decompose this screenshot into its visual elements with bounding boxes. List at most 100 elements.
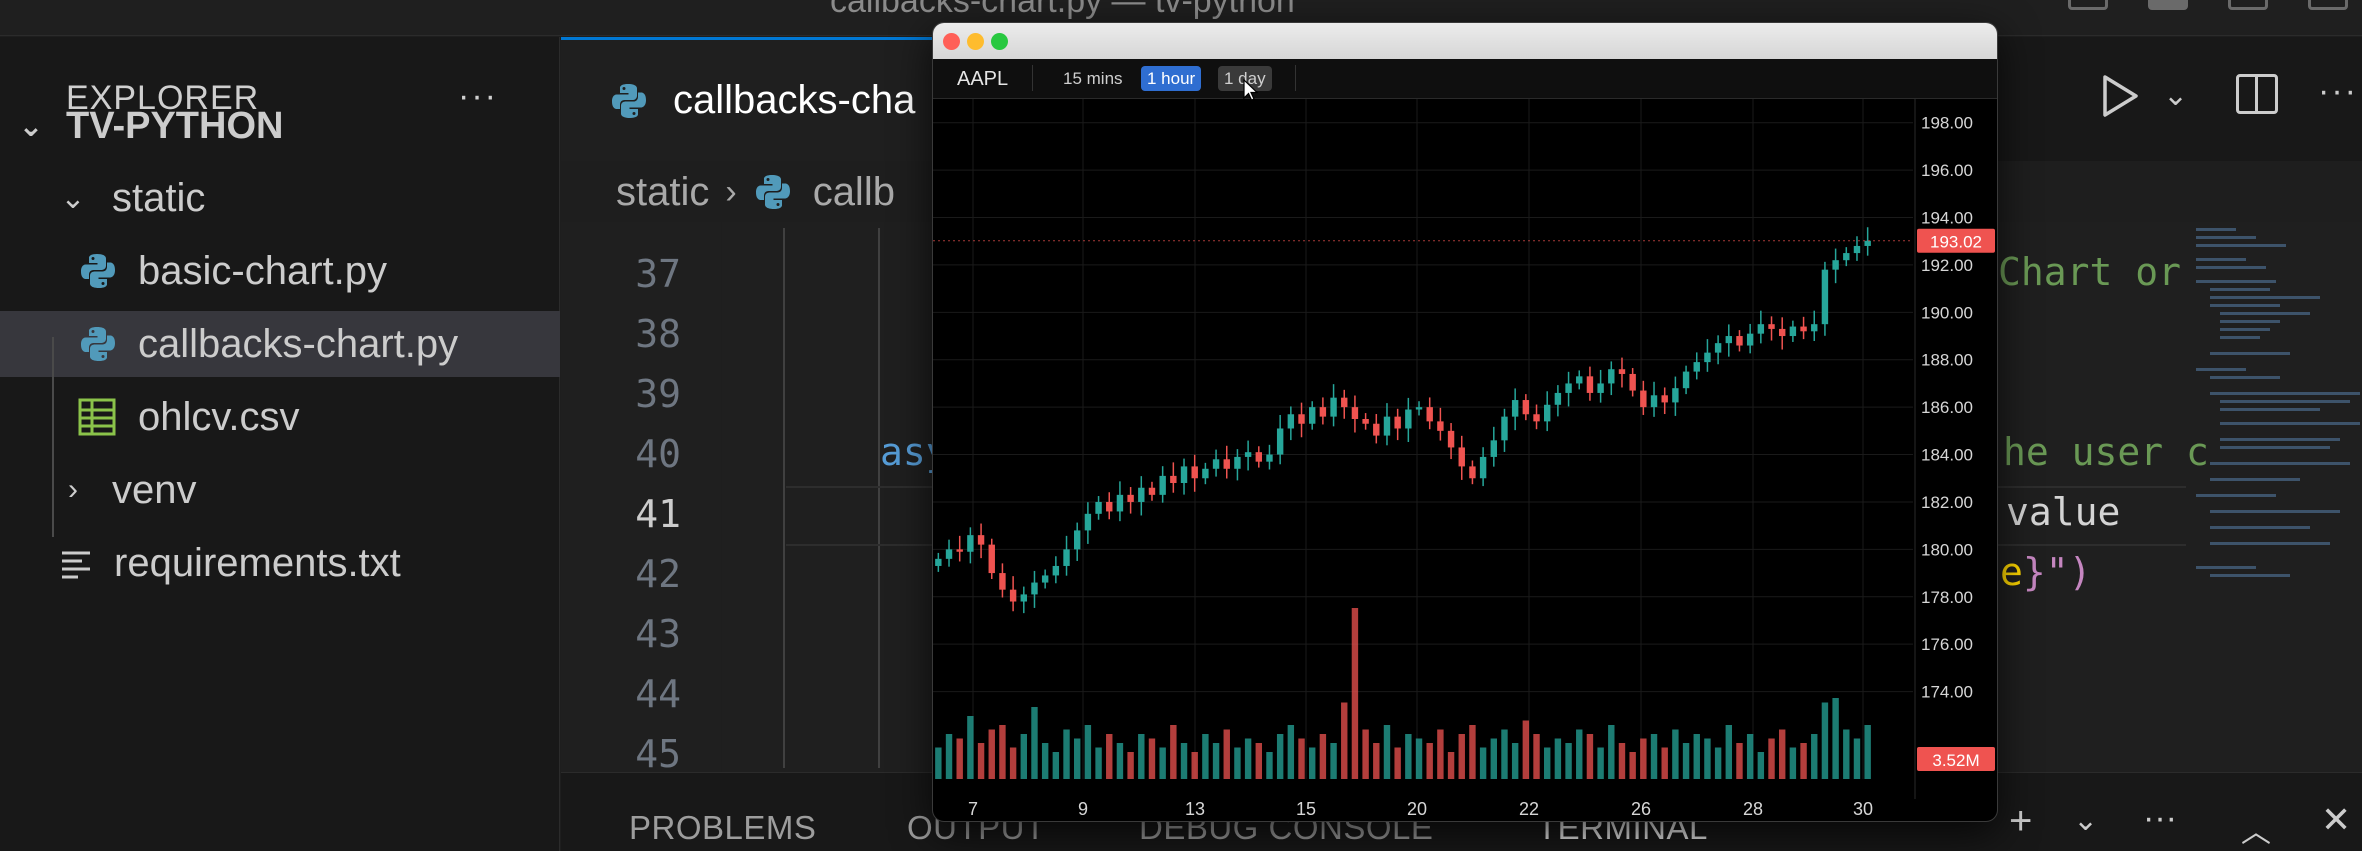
tree-item-label: venv	[112, 467, 197, 512]
timeframe-15-mins-button[interactable]: 15 mins	[1057, 66, 1129, 91]
code-token: }")	[2022, 550, 2092, 594]
minimize-window-icon[interactable]	[967, 33, 984, 50]
candle-body	[1479, 456, 1487, 479]
candle-body	[1383, 416, 1391, 436]
volume-bar	[1266, 752, 1273, 779]
tab-callbacks-chart[interactable]: callbacks-cha	[561, 37, 941, 161]
tree-file-requirements[interactable]: requirements.txt	[0, 530, 560, 596]
volume-bar	[1074, 738, 1081, 779]
tree-folder-static[interactable]: ⌄ static	[0, 165, 560, 231]
volume-bar	[1138, 734, 1145, 779]
y-tick-label: 178.00	[1921, 588, 1973, 607]
toggle-panel-icon[interactable]	[2148, 0, 2188, 10]
explorer-sidebar: EXPLORER ··· ⌄ TV-PYTHON ⌄ static basic-…	[0, 37, 560, 851]
y-tick-label: 184.00	[1921, 446, 1973, 465]
volume-bar	[1597, 747, 1604, 779]
close-icon[interactable]: ✕	[2321, 799, 2351, 841]
candle-body	[1789, 326, 1797, 337]
chevron-up-icon[interactable]: ︿	[2241, 807, 2271, 851]
volume-bar	[1415, 738, 1423, 779]
candle-body	[1576, 376, 1583, 384]
tree-folder-venv[interactable]: › venv	[0, 457, 560, 523]
panel-tab-problems[interactable]: PROBLEMS	[629, 809, 816, 847]
minimap[interactable]	[2190, 222, 2362, 602]
volume-bar	[1650, 734, 1658, 779]
customize-layout-icon[interactable]	[2308, 0, 2348, 10]
volume-bar	[1127, 752, 1134, 779]
chevron-down-icon[interactable]: ⌄	[2073, 803, 2098, 838]
candlestick-chart[interactable]: 198.00 196.00 194.00 192.00 190.00 188.00 186.…	[933, 99, 1998, 822]
volume-bar	[1821, 702, 1829, 779]
candle-body	[1063, 549, 1070, 566]
candle-body	[1640, 390, 1647, 408]
editor-more-icon[interactable]: ···	[2318, 72, 2358, 111]
volume-bar	[1212, 743, 1220, 779]
run-python-file-icon[interactable]	[2100, 74, 2140, 118]
volume-bar	[999, 725, 1006, 779]
volume-bar	[1682, 743, 1690, 779]
volume-bar	[988, 729, 995, 779]
candle-body	[1159, 475, 1166, 495]
tree-folder-tv-python[interactable]: ⌄ TV-PYTHON	[0, 93, 560, 159]
tree-file-basic-chart[interactable]: basic-chart.py	[0, 238, 560, 304]
candle-body	[1779, 328, 1786, 337]
volume-bar	[956, 738, 963, 779]
volume-bar	[1202, 734, 1209, 779]
more-icon[interactable]: ···	[2143, 799, 2177, 838]
volume-bar	[1351, 608, 1359, 779]
candle-body	[1287, 414, 1295, 429]
candle-body	[1511, 400, 1519, 417]
close-window-icon[interactable]	[943, 33, 960, 50]
volume-bar	[1853, 738, 1861, 779]
tree-file-callbacks-chart[interactable]: callbacks-chart.py	[0, 311, 560, 377]
volume-bar	[1255, 743, 1262, 779]
tree-item-label: static	[112, 175, 206, 220]
volume-bar	[1084, 725, 1092, 779]
run-options-chevron-icon[interactable]: ⌄	[2163, 78, 2188, 113]
y-tick-label: 188.00	[1921, 351, 1973, 370]
volume-bar	[1106, 734, 1113, 779]
candle-body	[1298, 414, 1305, 424]
candle-body	[999, 573, 1006, 590]
y-tick-label: 182.00	[1921, 493, 1973, 512]
tab-label: callbacks-cha	[673, 78, 916, 122]
candle-body	[1522, 400, 1530, 415]
tree-item-label: callbacks-chart.py	[138, 321, 459, 366]
line-number: 40	[635, 432, 681, 476]
chart-window-titlebar[interactable]	[933, 23, 1997, 59]
toggle-primary-sidebar-icon[interactable]	[2068, 0, 2108, 10]
volume-label: 3.52M	[1932, 751, 1979, 770]
volume-bar	[1095, 747, 1102, 779]
tree-file-ohlcv[interactable]: ohlcv.csv	[0, 384, 560, 450]
volume-bar	[1554, 738, 1562, 779]
zoom-window-icon[interactable]	[991, 33, 1008, 50]
candle-body	[1533, 414, 1540, 422]
split-editor-icon[interactable]	[2236, 74, 2278, 114]
line-number: 38	[635, 312, 681, 356]
volume-bar	[1843, 729, 1850, 779]
candle-body	[1170, 475, 1177, 483]
breadcrumb-file[interactable]: callb	[813, 170, 895, 215]
candle-body	[1650, 395, 1658, 408]
x-tick-label: 9	[1078, 799, 1088, 819]
volume-bar	[1586, 734, 1594, 779]
candle-body	[1469, 466, 1476, 479]
candle-body	[1084, 513, 1092, 531]
candle-body	[1244, 452, 1252, 457]
volume-bar	[967, 716, 974, 779]
symbol-label[interactable]: AAPL	[957, 68, 1008, 91]
plus-icon[interactable]: +	[2009, 799, 2032, 844]
candle-body	[1736, 336, 1743, 346]
breadcrumb-folder[interactable]: static	[616, 170, 709, 215]
candle-body	[1768, 324, 1775, 329]
candle-body	[1148, 487, 1156, 495]
volume-bar	[1052, 752, 1060, 779]
volume-bar	[1768, 738, 1775, 779]
candle-body	[1447, 430, 1455, 448]
timeframe-1-hour-button[interactable]: 1 hour	[1141, 66, 1202, 91]
candle-body	[1394, 416, 1401, 429]
candle-body	[1832, 260, 1839, 270]
candle-body	[1330, 397, 1337, 417]
toggle-secondary-sidebar-icon[interactable]	[2228, 0, 2268, 10]
volume-bar	[1693, 734, 1700, 779]
